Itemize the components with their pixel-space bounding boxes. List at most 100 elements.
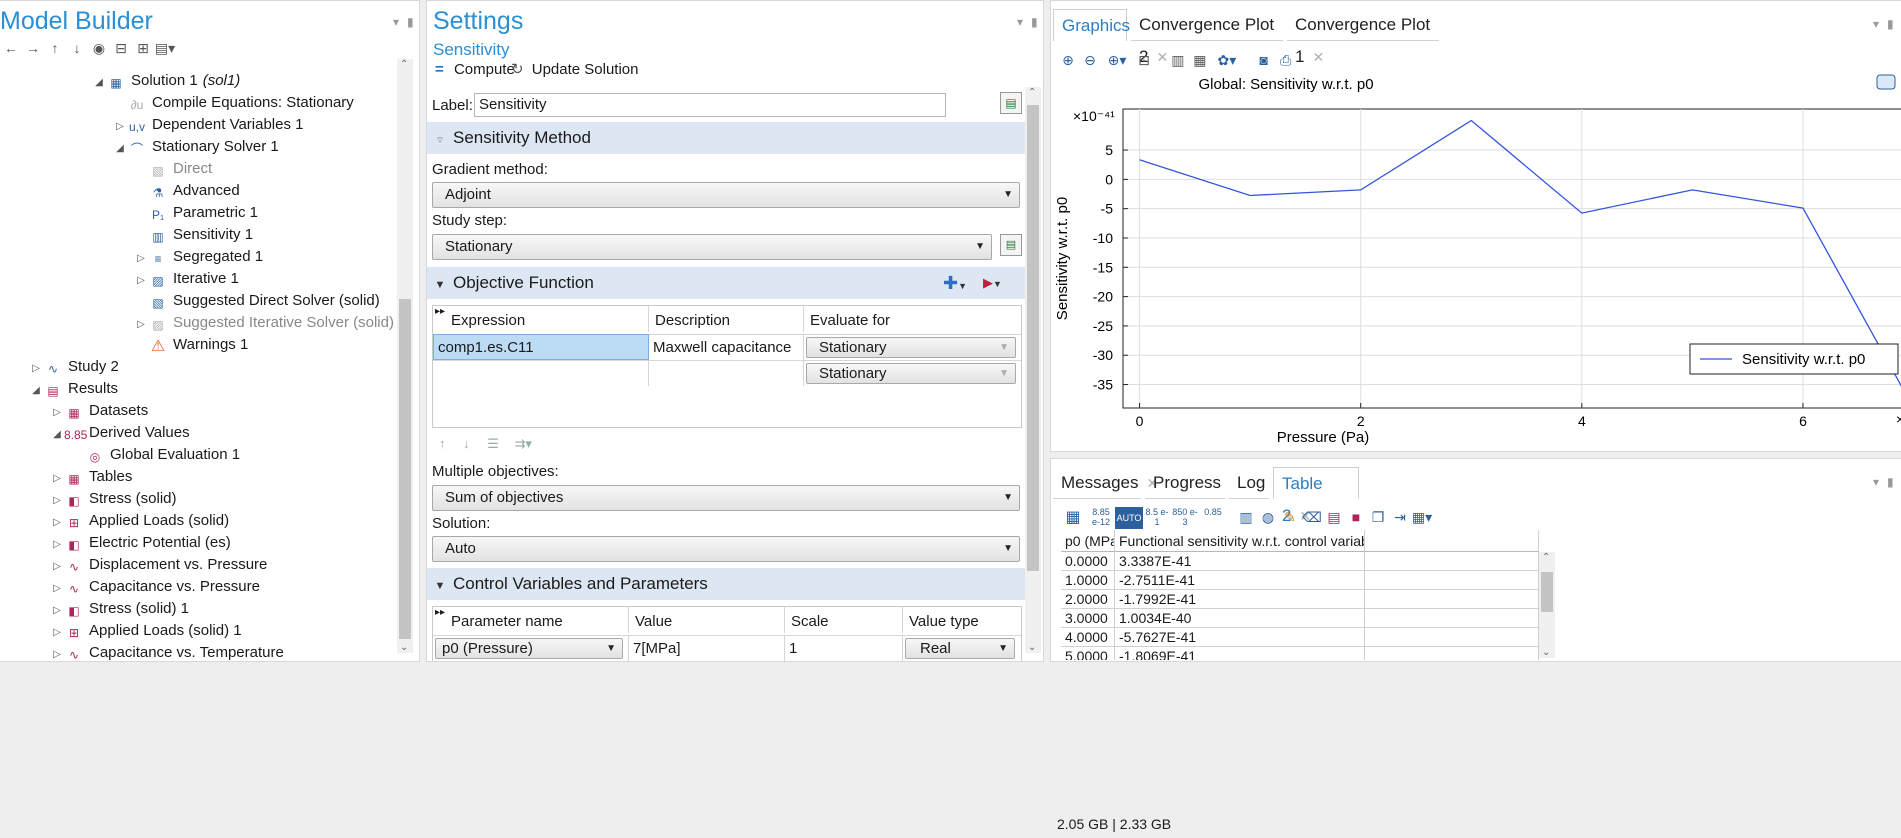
table-cell[interactable]: -2.7511E-41: [1115, 571, 1365, 590]
collapse-all-icon[interactable]: ⊟: [110, 37, 132, 59]
column-header[interactable]: Parameter name: [445, 607, 629, 633]
comment-button[interactable]: ▤: [1000, 92, 1022, 114]
table-cell[interactable]: 1.0034E-40: [1115, 609, 1365, 628]
camera-icon[interactable]: ◙: [1253, 49, 1275, 71]
tree-node[interactable]: ∂u Compile Equations: Stationary: [113, 92, 354, 114]
value-type-select[interactable]: Real ▼: [905, 638, 1015, 659]
parameter-name-cell[interactable]: p0 (Pressure) ▼: [433, 635, 629, 661]
tree-node[interactable]: ▷ ≡ Segregated 1: [134, 246, 263, 268]
export-icon[interactable]: ⇥: [1389, 506, 1411, 528]
tree-node[interactable]: ▷ ▦ Tables: [50, 466, 132, 488]
zoom-in-icon[interactable]: ⊕: [1057, 49, 1079, 71]
minimize-icon[interactable]: ▾: [393, 15, 399, 29]
table-settings-icon[interactable]: ▦: [1059, 507, 1087, 529]
auto-format-icon[interactable]: AUTO: [1115, 507, 1143, 530]
tree-node[interactable]: ◢ ▤ Results: [29, 378, 118, 400]
expand-icon[interactable]: ▷: [50, 512, 64, 534]
trash-icon[interactable]: ⌫: [1301, 506, 1323, 528]
collapse-icon[interactable]: ◢: [50, 424, 64, 446]
tree-node[interactable]: ▷ ◧ Stress (solid) 1: [50, 598, 189, 620]
table-scrollbar[interactable]: ⌃ ⌄: [1539, 552, 1555, 658]
tree-node[interactable]: P₁ Parametric 1: [134, 202, 258, 224]
delete-icon[interactable]: ☰: [487, 436, 499, 451]
evaluate-for-cell[interactable]: Stationary ▼: [804, 360, 1021, 386]
tab-progress[interactable]: Progress: [1145, 467, 1225, 499]
table-cell[interactable]: [1365, 647, 1539, 660]
value-cell[interactable]: 7[MPa]: [629, 635, 785, 661]
tree-node[interactable]: ▷ ∿ Displacement vs. Pressure: [50, 554, 267, 576]
expand-icon[interactable]: ▷: [50, 468, 64, 490]
forward-icon[interactable]: →: [22, 37, 44, 59]
control-variables-header[interactable]: ▼ Control Variables and Parameters: [427, 568, 1027, 600]
study-step-select[interactable]: Stationary ▼: [432, 234, 992, 260]
options-icon[interactable]: ⇉▾: [515, 436, 532, 451]
tree-node[interactable]: ◢ 8.85 Derived Values: [50, 422, 189, 446]
show-icon[interactable]: ◉: [88, 37, 110, 59]
tree-node[interactable]: ▷ ⊞ Applied Loads (solid): [50, 510, 229, 532]
move-down-icon[interactable]: ↓: [66, 37, 88, 59]
pin-icon[interactable]: ▮: [407, 15, 414, 29]
tree-node[interactable]: ▷ ∿ Capacitance vs. Temperature: [50, 642, 284, 661]
expand-icon[interactable]: ▷: [50, 534, 64, 556]
table-cell[interactable]: -1.8069E-41: [1115, 647, 1365, 660]
tree-node[interactable]: ▧ Direct: [134, 158, 212, 180]
compute-button[interactable]: = Compute: [435, 60, 515, 80]
pin-icon[interactable]: ▮: [1887, 475, 1894, 489]
table-cell[interactable]: [1365, 590, 1539, 609]
replace-icon[interactable]: ▶▼: [983, 267, 1002, 300]
tree-node[interactable]: ▷ ▨ Iterative 1: [134, 268, 239, 290]
table-cell[interactable]: 4.0000: [1061, 628, 1115, 647]
expand-columns-icon[interactable]: ▸▸: [435, 306, 445, 317]
pin-icon[interactable]: ▮: [1887, 17, 1894, 31]
multiple-objectives-select[interactable]: Sum of objectives ▼: [432, 485, 1020, 511]
scene-light-icon[interactable]: ✿▾: [1211, 49, 1243, 71]
table-cell[interactable]: [1365, 609, 1539, 628]
gradient-method-select[interactable]: Adjoint ▼: [432, 182, 1020, 208]
evaluate-for-cell[interactable]: Stationary ▼: [804, 334, 1021, 360]
tree-node[interactable]: ▷ ▦ Datasets: [50, 400, 148, 422]
tab-convergence-plot-1[interactable]: Convergence Plot 1 ✕: [1287, 9, 1439, 66]
tree-node[interactable]: ▥ Sensitivity 1: [134, 224, 253, 246]
column-header[interactable]: Expression: [445, 306, 649, 332]
move-up-icon[interactable]: ↑: [439, 436, 446, 451]
format-e1-icon[interactable]: 8.5 e-1: [1143, 507, 1171, 529]
print-icon[interactable]: ⎙: [1275, 49, 1297, 71]
tab-table-2[interactable]: Table 2 ✕: [1273, 467, 1359, 525]
table-cell[interactable]: 5.0000: [1061, 647, 1115, 660]
collapse-icon[interactable]: ◢: [29, 380, 43, 402]
tree-scrollbar[interactable]: ⌃ ⌄: [397, 59, 413, 653]
table-cell[interactable]: 1.0000: [1061, 571, 1115, 590]
tree-node[interactable]: ◢ ⌒ Stationary Solver 1: [113, 136, 279, 158]
value-type-cell[interactable]: Real ▼: [903, 635, 1021, 661]
scale-cell[interactable]: 1: [785, 635, 903, 661]
tree-node[interactable]: ⚠ Warnings 1: [134, 334, 248, 356]
table-cell[interactable]: [1365, 571, 1539, 590]
minimize-icon[interactable]: ▾: [1873, 17, 1879, 31]
back-icon[interactable]: ←: [0, 37, 22, 59]
column-header[interactable]: Description: [649, 306, 804, 332]
go-to-source-button[interactable]: ▤: [1000, 234, 1022, 256]
add-icon[interactable]: ✚▼: [943, 267, 967, 302]
grid-icon[interactable]: ▦: [1189, 49, 1211, 71]
label-input[interactable]: Sensitivity: [474, 93, 946, 117]
tree-node[interactable]: ⚗ Advanced: [134, 180, 240, 202]
expand-icon[interactable]: ▷: [113, 116, 127, 138]
evaluate-for-select[interactable]: Stationary ▼: [806, 337, 1016, 358]
zoom-out-icon[interactable]: ⊖: [1079, 49, 1101, 71]
tree-node[interactable]: ▷ ◧ Electric Potential (es): [50, 532, 231, 554]
parameter-name-select[interactable]: p0 (Pressure) ▼: [435, 638, 623, 659]
expand-all-icon[interactable]: ⊞: [132, 37, 154, 59]
zoom-extents-icon[interactable]: ⊡: [1133, 49, 1155, 71]
expand-icon[interactable]: ▷: [50, 644, 64, 661]
globe-icon[interactable]: ◍: [1257, 506, 1279, 528]
tree-node[interactable]: ▷ ⊞ Applied Loads (solid) 1: [50, 620, 241, 642]
column-header[interactable]: p0 (MPa): [1061, 530, 1115, 552]
table-cell[interactable]: 2.0000: [1061, 590, 1115, 609]
column-header[interactable]: [1365, 530, 1539, 552]
copy-icon[interactable]: ❐: [1367, 506, 1389, 528]
update-solution-button[interactable]: ↻ Update Solution: [511, 60, 639, 80]
tree-node[interactable]: ◎ Global Evaluation 1: [71, 444, 240, 466]
evaluate-for-select[interactable]: Stationary ▼: [806, 363, 1016, 384]
expression-cell[interactable]: comp1.es.C11: [433, 334, 649, 360]
column-icon[interactable]: ▥: [1235, 506, 1257, 528]
